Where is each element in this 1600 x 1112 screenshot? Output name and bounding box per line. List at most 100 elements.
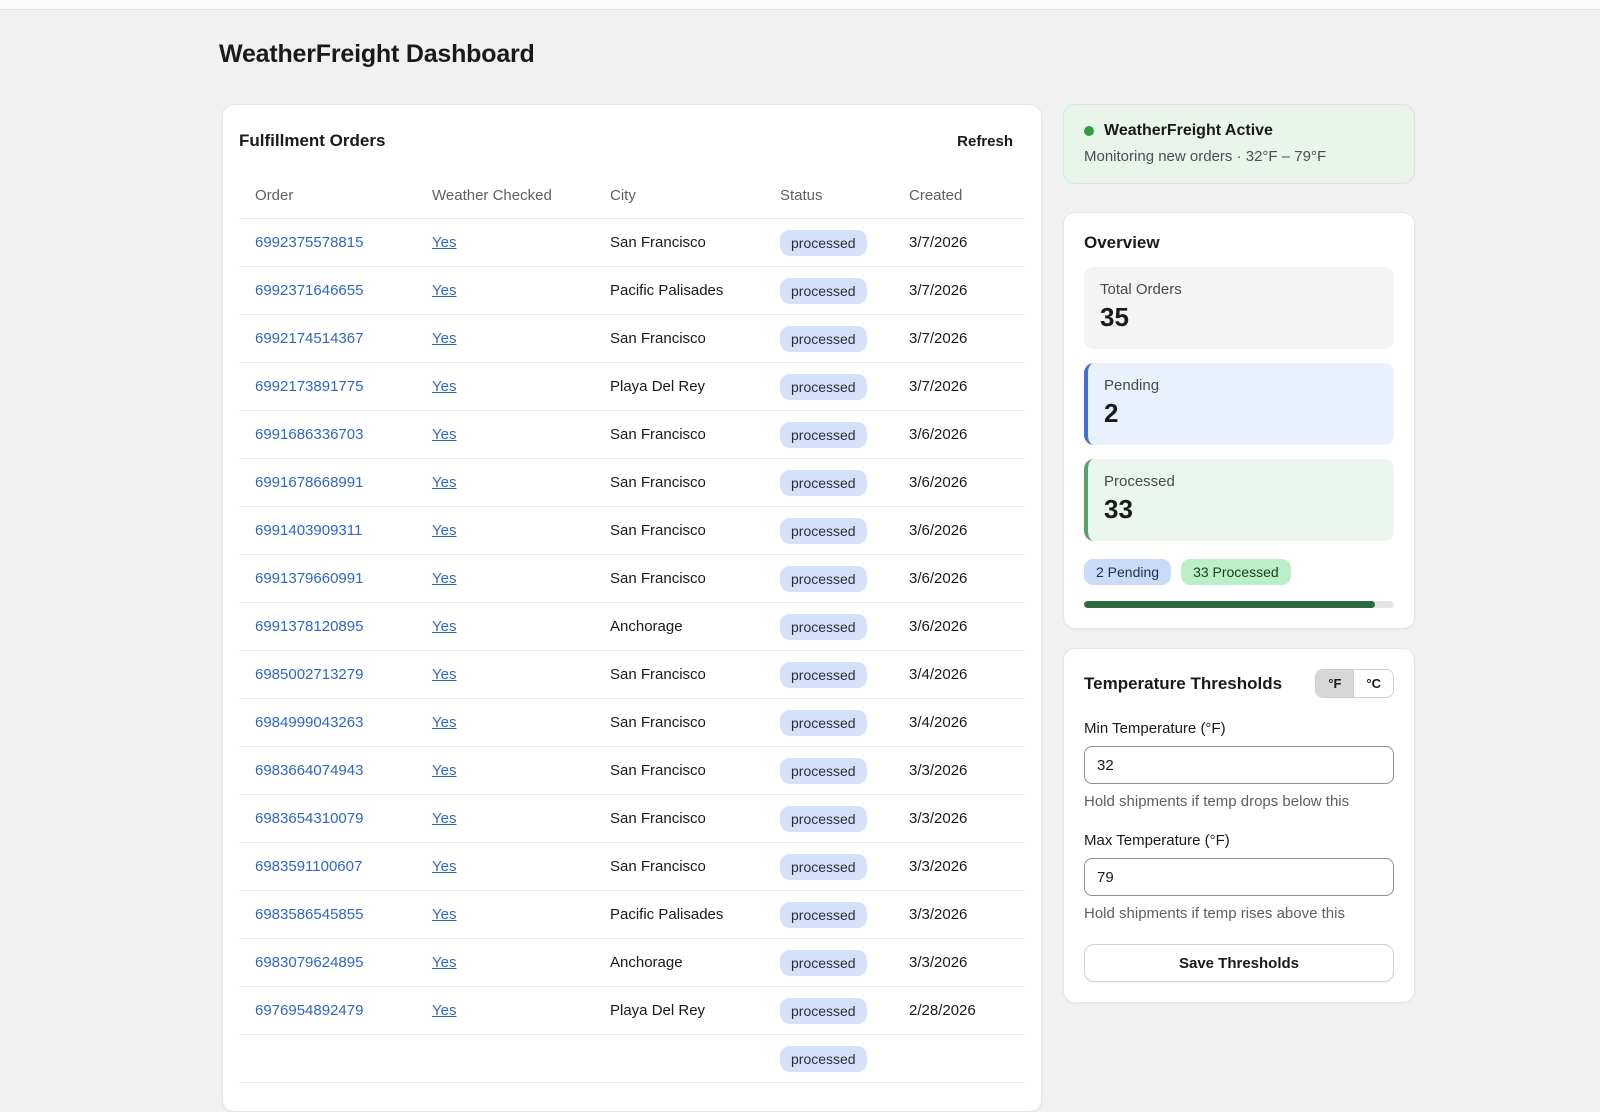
order-cell: 6983664074943: [239, 747, 416, 795]
table-row: 6991686336703 Yes San Francisco processe…: [239, 411, 1025, 459]
table-row: 6991379660991 Yes San Francisco processe…: [239, 555, 1025, 603]
weather-checked-link[interactable]: Yes: [432, 426, 456, 443]
weather-checked-link[interactable]: Yes: [432, 378, 456, 395]
weather-checked-cell: Yes: [416, 555, 594, 603]
order-number-link[interactable]: 6991403909311: [255, 522, 362, 539]
order-number-link[interactable]: 6991686336703: [255, 426, 363, 443]
order-number-link[interactable]: 6991378120895: [255, 618, 363, 635]
weather-checked-link[interactable]: Yes: [432, 858, 456, 875]
order-number-link[interactable]: 6992173891775: [255, 378, 363, 395]
order-number-link[interactable]: 6991678668991: [255, 474, 363, 491]
order-number-link[interactable]: 6983079624895: [255, 954, 363, 971]
order-number-link[interactable]: 6984999043263: [255, 714, 363, 731]
created-cell: 3/7/2026: [893, 219, 1025, 267]
order-cell: 6991403909311: [239, 507, 416, 555]
orders-header-row: OrderWeather CheckedCityStatusCreated: [239, 177, 1025, 219]
status-cell: processed: [764, 315, 893, 363]
min-temperature-label: Min Temperature (°F): [1084, 720, 1394, 737]
order-cell: 6983586545855: [239, 891, 416, 939]
status-cell: processed: [764, 843, 893, 891]
status-cell: processed: [764, 603, 893, 651]
unit-toggle-fahrenheit[interactable]: °F: [1316, 670, 1353, 697]
created-cell: 3/3/2026: [893, 939, 1025, 987]
weather-checked-cell: [416, 1035, 594, 1083]
order-number-link[interactable]: 6983664074943: [255, 762, 363, 779]
fulfillment-orders-panel: Fulfillment Orders Refresh OrderWeather …: [222, 104, 1042, 1112]
status-badge: processed: [780, 758, 867, 784]
status-cell: processed: [764, 411, 893, 459]
weather-checked-link[interactable]: Yes: [432, 282, 456, 299]
weather-checked-link[interactable]: Yes: [432, 330, 456, 347]
total-orders-stat: Total Orders 35: [1084, 267, 1394, 349]
overview-badges-row: 2 Pending 33 Processed: [1084, 559, 1394, 585]
order-cell: 6992174514367: [239, 315, 416, 363]
status-cell: processed: [764, 267, 893, 315]
processed-stat: Processed 33: [1084, 459, 1394, 541]
refresh-button[interactable]: Refresh: [957, 133, 1013, 150]
order-cell: [239, 1035, 416, 1083]
orders-table: OrderWeather CheckedCityStatusCreated 69…: [239, 177, 1025, 1083]
thresholds-header: Temperature Thresholds °F °C: [1084, 669, 1394, 698]
min-temperature-input[interactable]: [1084, 746, 1394, 784]
status-badge: processed: [780, 614, 867, 640]
table-row: 6983654310079 Yes San Francisco processe…: [239, 795, 1025, 843]
order-number-link[interactable]: 6983586545855: [255, 906, 363, 923]
weather-checked-link[interactable]: Yes: [432, 522, 456, 539]
city-cell: San Francisco: [594, 459, 764, 507]
weather-checked-link[interactable]: Yes: [432, 714, 456, 731]
max-temperature-input[interactable]: [1084, 858, 1394, 896]
weather-checked-cell: Yes: [416, 507, 594, 555]
status-cell: processed: [764, 651, 893, 699]
city-cell: [594, 1035, 764, 1083]
order-cell: 6991379660991: [239, 555, 416, 603]
order-number-link[interactable]: 6991379660991: [255, 570, 363, 587]
status-badge: processed: [780, 1046, 867, 1072]
order-number-link[interactable]: 6992371646655: [255, 282, 363, 299]
processed-badge: 33 Processed: [1181, 559, 1291, 585]
order-number-link[interactable]: 6983591100607: [255, 858, 362, 875]
order-cell: 6985002713279: [239, 651, 416, 699]
weather-checked-link[interactable]: Yes: [432, 474, 456, 491]
table-row: 6991378120895 Yes Anchorage processed 3/…: [239, 603, 1025, 651]
weather-checked-link[interactable]: Yes: [432, 954, 456, 971]
weather-checked-link[interactable]: Yes: [432, 762, 456, 779]
weather-checked-link[interactable]: Yes: [432, 618, 456, 635]
status-cell: processed: [764, 939, 893, 987]
weather-checked-link[interactable]: Yes: [432, 810, 456, 827]
unit-toggle-celsius[interactable]: °C: [1353, 670, 1393, 697]
status-cell: processed: [764, 363, 893, 411]
table-row: 6992173891775 Yes Playa Del Rey processe…: [239, 363, 1025, 411]
pending-label: Pending: [1104, 377, 1378, 394]
order-cell: 6984999043263: [239, 699, 416, 747]
order-cell: 6992375578815: [239, 219, 416, 267]
weather-checked-cell: Yes: [416, 411, 594, 459]
status-cell: processed: [764, 795, 893, 843]
progress-bar-track: [1084, 601, 1394, 608]
created-cell: 3/6/2026: [893, 459, 1025, 507]
weather-checked-cell: Yes: [416, 315, 594, 363]
weather-checked-link[interactable]: Yes: [432, 666, 456, 683]
order-number-link[interactable]: 6992174514367: [255, 330, 363, 347]
city-cell: Playa Del Rey: [594, 987, 764, 1035]
status-cell: processed: [764, 555, 893, 603]
order-cell: 6983654310079: [239, 795, 416, 843]
weather-checked-link[interactable]: Yes: [432, 234, 456, 251]
order-number-link[interactable]: 6985002713279: [255, 666, 363, 683]
city-cell: San Francisco: [594, 651, 764, 699]
weather-checked-link[interactable]: Yes: [432, 1002, 456, 1019]
order-number-link[interactable]: 6983654310079: [255, 810, 363, 827]
weather-checked-cell: Yes: [416, 651, 594, 699]
status-badge: processed: [780, 566, 867, 592]
table-row: 6985002713279 Yes San Francisco processe…: [239, 651, 1025, 699]
order-number-link[interactable]: 6992375578815: [255, 234, 363, 251]
status-badge: processed: [780, 470, 867, 496]
weather-checked-link[interactable]: Yes: [432, 906, 456, 923]
created-cell: 3/6/2026: [893, 555, 1025, 603]
order-number-link[interactable]: 6976954892479: [255, 1002, 363, 1019]
created-cell: 3/7/2026: [893, 363, 1025, 411]
weather-checked-link[interactable]: Yes: [432, 570, 456, 587]
order-cell: 6991378120895: [239, 603, 416, 651]
save-thresholds-button[interactable]: Save Thresholds: [1084, 944, 1394, 982]
status-badge: processed: [780, 806, 867, 832]
orders-panel-header: Fulfillment Orders Refresh: [239, 121, 1025, 177]
